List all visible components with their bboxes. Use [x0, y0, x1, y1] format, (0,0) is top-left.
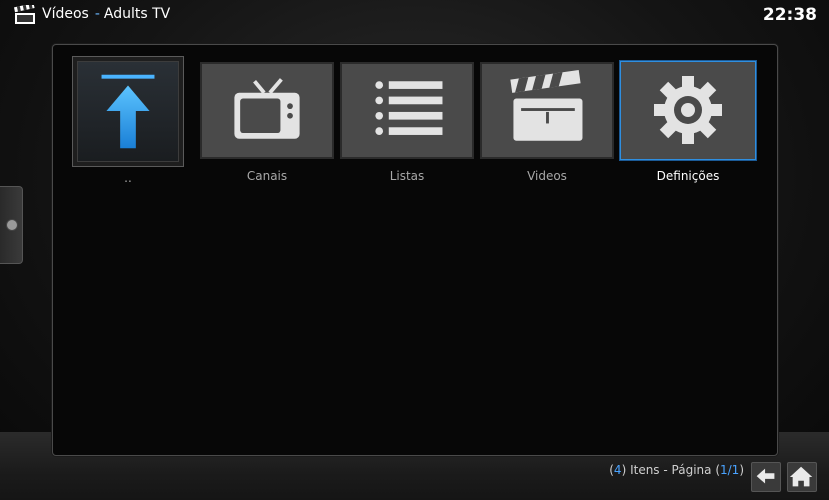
side-menu-handle-icon	[6, 219, 18, 231]
item-tile-definicoes[interactable]	[620, 61, 756, 160]
count-close: )	[621, 463, 627, 477]
window-title: Vídeos - Adults TV	[42, 6, 170, 22]
clock: 22:38	[762, 5, 817, 25]
addon-title: Adults TV	[103, 6, 171, 22]
item-label-definicoes: Definições	[656, 169, 720, 183]
item-tile-canais[interactable]	[200, 62, 334, 159]
item-label-videos: Videos	[527, 169, 567, 183]
back-button[interactable]	[751, 462, 781, 492]
home-button[interactable]	[787, 462, 817, 492]
item-tile-listas[interactable]	[340, 62, 474, 159]
item-label-canais: Canais	[246, 169, 288, 183]
clapperboard-icon	[510, 70, 583, 141]
item-label-listas: Listas	[389, 169, 425, 183]
parent-folder-tile[interactable]	[72, 56, 184, 167]
tv-icon	[234, 78, 300, 139]
items-page-text: Itens - Página	[630, 463, 712, 477]
page-close: )	[739, 463, 744, 477]
item-count-status: (4) Itens - Página (1/1)	[609, 463, 744, 477]
list-icon	[375, 81, 443, 135]
title-separator: -	[94, 6, 100, 22]
gear-icon	[654, 76, 722, 144]
item-label-parent: ..	[124, 171, 132, 185]
item-tile-videos[interactable]	[480, 62, 614, 159]
up-arrow-icon	[101, 74, 155, 149]
page-indicator: 1/1	[720, 463, 740, 477]
side-menu-tab[interactable]	[0, 186, 23, 264]
back-arrow-icon	[756, 468, 775, 484]
item-count: 4	[613, 463, 622, 477]
top-bar: Vídeos - Adults TV 22:38	[0, 0, 829, 34]
parent-folder-thumb	[77, 61, 179, 162]
section-title: Vídeos	[42, 6, 89, 22]
clapperboard-icon	[14, 5, 35, 24]
home-icon	[789, 466, 813, 487]
